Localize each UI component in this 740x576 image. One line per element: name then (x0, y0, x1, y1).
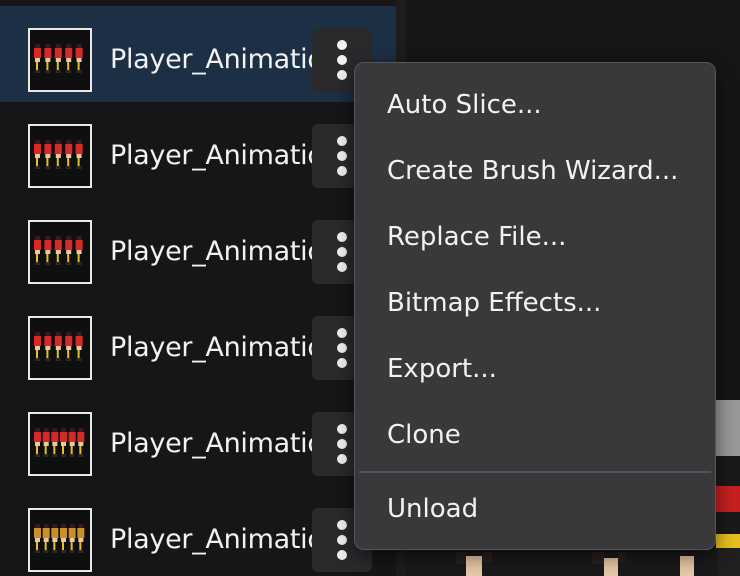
asset-row[interactable]: Player_Animation (0, 390, 396, 486)
menu-item-bitmap-effects[interactable]: Bitmap Effects... (355, 273, 715, 333)
menu-item-clone[interactable]: Clone (355, 405, 715, 465)
more-vertical-icon (337, 520, 347, 560)
sprite-thumbnail (28, 220, 92, 284)
more-vertical-icon (337, 424, 347, 464)
asset-name: Player_Animation (110, 140, 314, 171)
asset-row[interactable]: Player_Animation (0, 198, 396, 294)
asset-row[interactable]: Player_Animation (0, 102, 396, 198)
asset-name: Player_Animation (110, 428, 314, 459)
asset-row[interactable]: Player_Animation (0, 6, 396, 102)
menu-divider (359, 471, 711, 473)
menu-item-export[interactable]: Export... (355, 339, 715, 399)
more-vertical-icon (337, 328, 347, 368)
menu-item-create-brush-wizard[interactable]: Create Brush Wizard... (355, 141, 715, 201)
sprite-thumbnail (28, 508, 92, 572)
asset-row[interactable]: Player_Animation (0, 294, 396, 390)
sprite-thumbnail (28, 412, 92, 476)
context-menu: Auto Slice... Create Brush Wizard... Rep… (354, 62, 716, 550)
asset-name: Player_Animation (110, 44, 314, 75)
sprite-thumbnail (28, 28, 92, 92)
app-root: Player_Animation Player_Animation Player… (0, 0, 740, 576)
more-vertical-icon (337, 136, 347, 176)
asset-name: Player_Animation (110, 236, 314, 267)
asset-name: Player_Animation (110, 332, 314, 363)
asset-list-panel: Player_Animation Player_Animation Player… (0, 0, 396, 576)
more-vertical-icon (337, 40, 347, 80)
more-vertical-icon (337, 232, 347, 272)
canvas-frame-edge (712, 400, 740, 456)
menu-item-unload[interactable]: Unload (355, 479, 715, 539)
asset-name: Player_Animation (110, 524, 314, 555)
asset-row[interactable]: Player_Animation (0, 486, 396, 576)
sprite-thumbnail (28, 316, 92, 380)
menu-item-auto-slice[interactable]: Auto Slice... (355, 75, 715, 135)
menu-item-replace-file[interactable]: Replace File... (355, 207, 715, 267)
sprite-thumbnail (28, 124, 92, 188)
